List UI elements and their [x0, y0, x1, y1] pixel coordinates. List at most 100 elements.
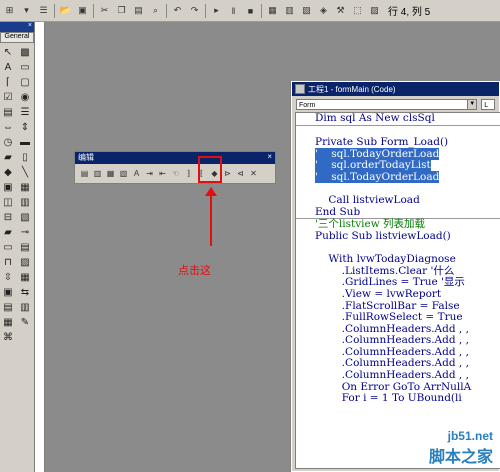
arrow-shaft [210, 193, 212, 246]
richtext-icon[interactable]: ✎ [18, 316, 32, 328]
treeview-icon[interactable]: ⊟ [1, 211, 15, 223]
toolbar-control-icon[interactable]: ▤ [18, 241, 32, 253]
toolbox-icon[interactable]: ⚒ [333, 3, 348, 19]
previous-bookmark-icon[interactable]: ⊲ [235, 167, 246, 179]
toolbar-separator [205, 3, 206, 18]
next-bookmark-icon[interactable]: ⊳ [222, 167, 233, 179]
winsock-icon[interactable]: ⌘ [1, 331, 15, 343]
vscrollbar-icon[interactable]: ⇕ [18, 121, 32, 133]
toolbar: ⊞ ▾ ☰ 📂 ▣ ✂ ❐ ▤ ⌕ ↶ ↷ ▸ ‖ ■ ▦ ▥ ▧ ◈ ⚒ ⬚ … [0, 0, 500, 22]
close-icon[interactable]: × [267, 152, 272, 161]
monthview-icon[interactable]: ▦ [18, 271, 32, 283]
code-editor[interactable]: Dim sql As New clsSql Private Sub Form_L… [295, 112, 500, 469]
object-select-value: Form [299, 102, 316, 109]
watermark-brand: 脚本之家 [428, 449, 493, 466]
coolbar-icon[interactable]: ▥ [18, 301, 32, 313]
data-icon[interactable]: ▦ [18, 181, 32, 193]
parameter-info-icon[interactable]: ▧ [118, 167, 129, 179]
imagelist-icon[interactable]: ▧ [18, 211, 32, 223]
list-properties-icon[interactable]: ▤ [79, 167, 90, 179]
add-project-icon[interactable]: ⊞ [2, 3, 17, 19]
copy-icon[interactable]: ❐ [114, 3, 129, 19]
form-designer-edge [35, 22, 45, 472]
code-line: Public Sub listviewLoad() [315, 229, 451, 242]
menu-editor-icon[interactable]: ☰ [36, 3, 51, 19]
code-line-text: ' sql.TodayOrderLoad [315, 147, 440, 160]
drivelistbox-icon[interactable]: ▬ [18, 136, 32, 148]
code-line: End Sub [315, 205, 361, 218]
ole-icon[interactable]: ◫ [1, 196, 15, 208]
comment-block-icon[interactable]: ⁆ [183, 167, 194, 179]
undo-icon[interactable]: ↶ [170, 3, 185, 19]
listview-icon[interactable]: ▥ [18, 196, 32, 208]
toolbox-tab-general[interactable]: General [0, 32, 34, 43]
progressbar-icon[interactable]: ▰ [1, 226, 15, 238]
list-constants-icon[interactable]: ▥ [92, 167, 103, 179]
indent-icon[interactable]: ⇥ [144, 167, 155, 179]
imagecombo-icon[interactable]: ▤ [1, 301, 15, 313]
open-icon[interactable]: 📂 [58, 3, 73, 19]
image-icon[interactable]: ▣ [1, 181, 15, 193]
find-icon[interactable]: ⌕ [148, 3, 163, 19]
toolbox-tools: ↖ ▩ A ▭ ⌈ ▢ ☑ ◉ ▤ ☰ ⇔ ⇕ ◷ ▬ ▰ ▯ ◆ ╲ ▣ ▦ … [0, 43, 34, 346]
filelistbox-icon[interactable]: ▯ [18, 151, 32, 163]
pointer-icon[interactable]: ↖ [1, 46, 15, 58]
click-here-label: 点击这 [178, 265, 211, 277]
msflexgrid-icon[interactable]: ▦ [1, 316, 15, 328]
textbox-icon[interactable]: ▭ [18, 61, 32, 73]
procedure-select[interactable]: L [481, 99, 495, 110]
cut-icon[interactable]: ✂ [97, 3, 112, 19]
pause-icon[interactable]: ‖ [226, 3, 241, 19]
toggle-breakpoint-icon[interactable]: ☜ [170, 167, 181, 179]
animation-icon[interactable]: ▨ [18, 256, 32, 268]
hscrollbar-icon[interactable]: ⇔ [1, 121, 15, 133]
add-form-icon[interactable]: ▾ [19, 3, 34, 19]
optionbutton-icon[interactable]: ◉ [18, 91, 32, 103]
quick-info-icon[interactable]: ▦ [105, 167, 116, 179]
toolbox-titlebar: × [0, 22, 34, 32]
redo-icon[interactable]: ↷ [187, 3, 202, 19]
clear-bookmarks-icon[interactable]: ✕ [248, 167, 259, 179]
updown-icon[interactable]: ⇳ [1, 271, 15, 283]
dirlistbox-icon[interactable]: ▰ [1, 151, 15, 163]
complete-word-icon[interactable]: A [131, 167, 142, 179]
component-manager-icon[interactable]: ▨ [367, 3, 382, 19]
highlight-box [198, 156, 222, 183]
properties-icon[interactable]: ▥ [282, 3, 297, 19]
listbox-icon[interactable]: ☰ [18, 106, 32, 118]
slider-icon[interactable]: ⊸ [18, 226, 32, 238]
chevron-down-icon[interactable]: ▼ [467, 100, 477, 109]
checkbox-icon[interactable]: ☑ [1, 91, 15, 103]
object-select[interactable]: Form ▼ [296, 99, 478, 110]
close-icon[interactable]: × [28, 22, 32, 29]
code-window-combos: Form ▼ L [292, 96, 499, 113]
picturebox-icon[interactable]: ▩ [18, 46, 32, 58]
code-line-selected: ' sql.TodayOrderLoad [296, 170, 500, 184]
code-line-text: ' sql.TodayOrderLoad [315, 170, 440, 183]
commandbutton-icon[interactable]: ▢ [18, 76, 32, 88]
paste-icon[interactable]: ▤ [131, 3, 146, 19]
flatscroll-icon[interactable]: ⇆ [18, 286, 32, 298]
project-explorer-icon[interactable]: ▦ [265, 3, 280, 19]
data-view-icon[interactable]: ⬚ [350, 3, 365, 19]
edit-toolbar-titlebar: 编辑 × [75, 152, 275, 164]
tabstrip-icon[interactable]: ⊓ [1, 256, 15, 268]
edit-toolbar-buttons: ▤ ▥ ▦ ▧ A ⇥ ⇤ ☜ ⁆ ⁅ ◆ ⊳ ⊲ ✕ [75, 164, 275, 182]
shape-icon[interactable]: ◆ [1, 166, 15, 178]
run-icon[interactable]: ▸ [209, 3, 224, 19]
stop-icon[interactable]: ■ [243, 3, 258, 19]
edit-toolbar-title: 编辑 [78, 153, 94, 162]
timer-icon[interactable]: ◷ [1, 136, 15, 148]
watermark: jb51.net 脚本之家 [429, 429, 493, 467]
combobox-icon[interactable]: ▤ [1, 106, 15, 118]
frame-icon[interactable]: ⌈ [1, 76, 15, 88]
toolbar-separator [54, 3, 55, 18]
line-icon[interactable]: ╲ [18, 166, 32, 178]
object-browser-icon[interactable]: ◈ [316, 3, 331, 19]
outdent-icon[interactable]: ⇤ [157, 167, 168, 179]
datepicker-icon[interactable]: ▣ [1, 286, 15, 298]
form-layout-icon[interactable]: ▧ [299, 3, 314, 19]
save-icon[interactable]: ▣ [75, 3, 90, 19]
statusbar-icon[interactable]: ▭ [1, 241, 15, 253]
label-icon[interactable]: A [1, 61, 15, 73]
